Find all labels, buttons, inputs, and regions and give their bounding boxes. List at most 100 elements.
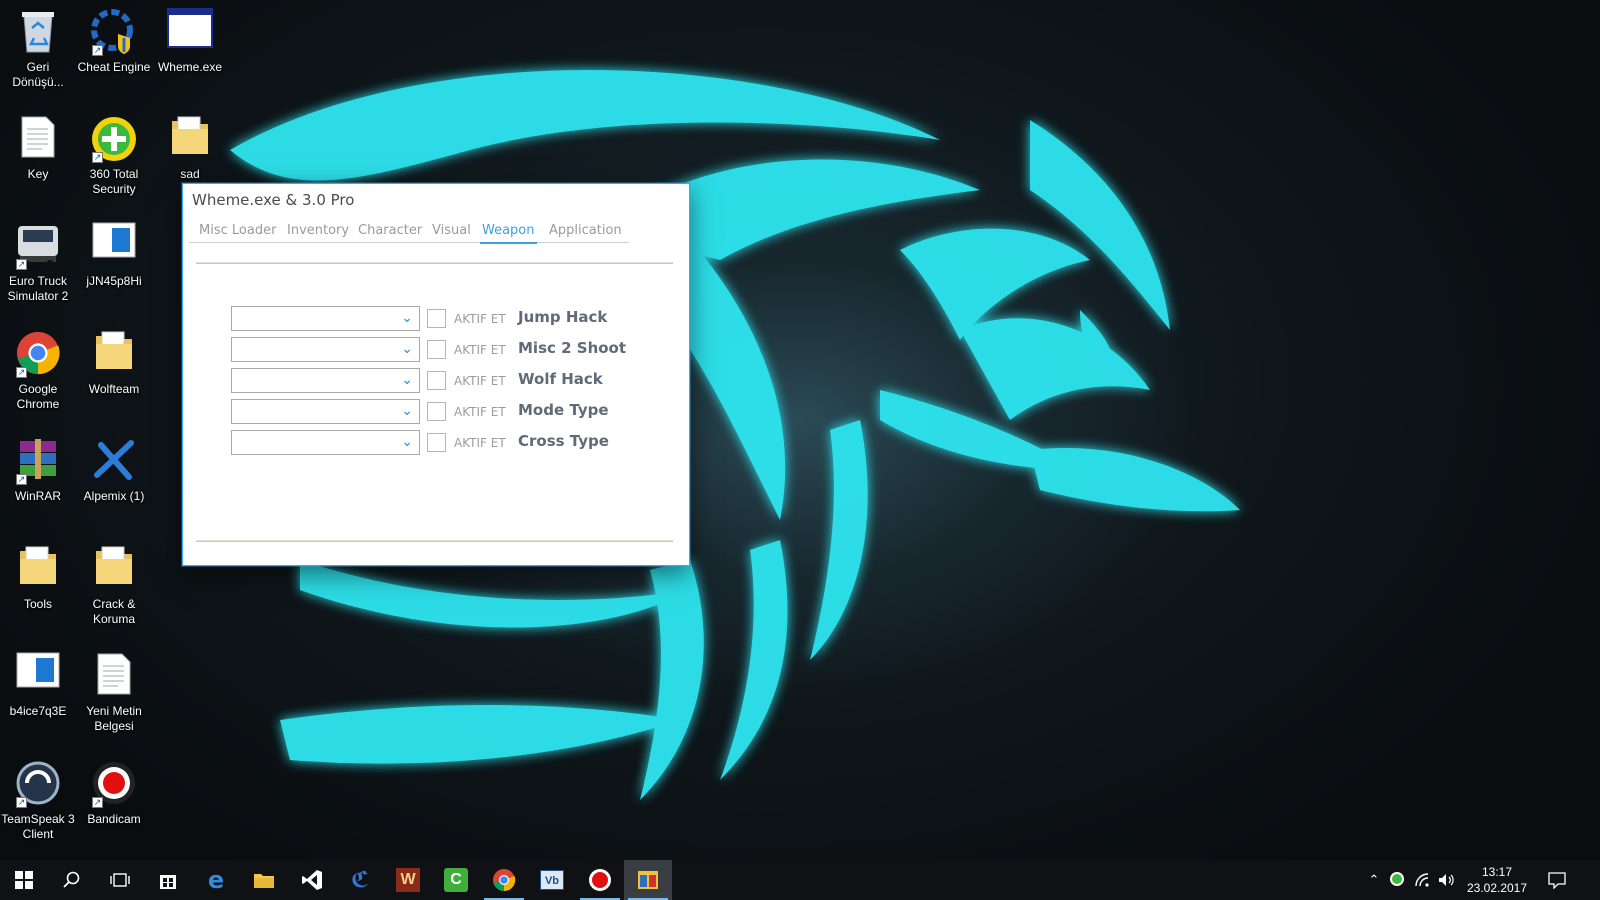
shortcut-arrow-icon: ↗ [16, 259, 27, 270]
windows-icon [15, 871, 33, 889]
desktop-icon-cheat-engine[interactable]: ↗ Cheat Engine [76, 8, 152, 75]
aktif-checkbox[interactable] [427, 309, 446, 328]
aktif-label: AKTIF ET [454, 374, 506, 388]
visual-studio-icon [302, 870, 322, 890]
taskbar: e ℭ W C Vb ⌃ 13:17 23.02.2017 [0, 860, 1600, 900]
taskbar-cheat-engine[interactable]: ℭ [336, 860, 384, 900]
desktop-icon-label: Google Chrome [16, 382, 60, 411]
desktop-icon-image-file[interactable]: jJN45p8Hi [76, 222, 152, 289]
cheat-engine-icon: ℭ [350, 867, 369, 892]
aktif-label: AKTIF ET [454, 436, 506, 450]
bandicam-icon: ↗ [90, 760, 138, 808]
folder-icon [90, 330, 138, 378]
desktop-icon-label: Key [27, 167, 49, 181]
folder-icon [14, 545, 62, 593]
desktop-icon-alpemix[interactable]: Alpemix (1) [76, 437, 152, 504]
shortcut-arrow-icon: ↗ [92, 797, 103, 808]
taskbar-bandicam[interactable] [576, 860, 624, 900]
desktop-icon-image-file[interactable]: b4ice7q3E [0, 652, 76, 719]
desktop-icon-folder[interactable]: Crack & Koruma [76, 545, 152, 627]
shortcut-arrow-icon: ↗ [16, 797, 27, 808]
desktop-icon-chrome[interactable]: ↗ Google Chrome [0, 330, 76, 412]
desktop-icon-truck[interactable]: ↗ Euro Truck Simulator 2 [0, 222, 76, 304]
desktop-icon-winrar[interactable]: ↗ WinRAR [0, 437, 76, 504]
taskbar-edge[interactable]: e [192, 860, 240, 900]
feature-dropdown[interactable]: ⌄ [231, 368, 420, 393]
desktop-icon-360-security[interactable]: ↗ 360 Total Security [76, 115, 152, 197]
clock[interactable]: 13:17 23.02.2017 [1462, 864, 1532, 896]
tab-inventory[interactable]: Inventory [285, 223, 351, 242]
taskbar-visual-studio[interactable] [288, 860, 336, 900]
desktop-icon-label: Geri Dönüşü... [12, 60, 64, 89]
desktop-icon-label: TeamSpeak 3 Client [1, 812, 75, 841]
360-security-icon: ↗ [90, 115, 138, 163]
desktop-icon-text-document[interactable]: Yeni Metin Belgesi [76, 652, 152, 734]
tab-weapon[interactable]: Weapon [480, 223, 537, 244]
desktop-icon-window-app[interactable]: Wheme.exe [152, 8, 228, 75]
desktop-icon-recycle-bin[interactable]: Geri Dönüşü... [0, 8, 76, 90]
desktop-icon-bandicam[interactable]: ↗ Bandicam [76, 760, 152, 827]
wheme-window[interactable]: Wheme.exe & 3.0 Pro Misc Loader Inventor… [182, 183, 690, 566]
tab-character[interactable]: Character [356, 223, 424, 242]
chevron-down-icon: ⌄ [401, 403, 413, 419]
truck-icon: ↗ [14, 222, 62, 270]
tab-misc-loader[interactable]: Misc Loader [197, 223, 278, 242]
search-button[interactable] [48, 860, 96, 900]
desktop-icon-label: Tools [23, 597, 52, 611]
teamspeak-icon: ↗ [14, 760, 62, 808]
task-view-button[interactable] [96, 860, 144, 900]
desktop-icon-label: Euro Truck Simulator 2 [7, 274, 69, 303]
taskbar-wolfteam[interactable]: W [384, 860, 432, 900]
folder-icon [90, 545, 138, 593]
edge-icon: e [207, 866, 225, 894]
desktop-icon-text-document[interactable]: Key [0, 115, 76, 182]
shortcut-arrow-icon: ↗ [16, 367, 27, 378]
feature-name: Jump Hack [518, 308, 608, 326]
task-view-icon [110, 873, 130, 887]
taskbar-wheme[interactable] [624, 860, 672, 900]
feature-dropdown[interactable]: ⌄ [231, 306, 420, 331]
feature-row: ⌄ AKTIF ET Misc 2 Shoot [231, 337, 651, 363]
aktif-checkbox[interactable] [427, 433, 446, 452]
desktop-icon-label: Wheme.exe [157, 60, 223, 74]
desktop-icon-folder[interactable]: sad [152, 115, 228, 182]
chrome-icon [493, 869, 516, 892]
feature-dropdown[interactable]: ⌄ [231, 430, 420, 455]
window-title: Wheme.exe & 3.0 Pro [192, 191, 355, 209]
tab-application[interactable]: Application [547, 223, 624, 242]
tab-visual[interactable]: Visual [430, 223, 473, 242]
taskbar-chrome[interactable] [480, 860, 528, 900]
desktop-icon-label: Bandicam [87, 812, 141, 826]
desktop-icon-label: Wolfteam [88, 382, 140, 396]
chevron-down-icon: ⌄ [401, 434, 413, 450]
shortcut-arrow-icon: ↗ [16, 474, 27, 485]
volume-icon[interactable] [1438, 872, 1454, 888]
taskbar-file-explorer[interactable] [240, 860, 288, 900]
aktif-checkbox[interactable] [427, 402, 446, 421]
feature-dropdown[interactable]: ⌄ [231, 399, 420, 424]
desktop-icon-folder[interactable]: Tools [0, 545, 76, 612]
network-icon[interactable] [1414, 872, 1430, 888]
taskbar-camtasia[interactable]: C [432, 860, 480, 900]
taskbar-virtualbox[interactable]: Vb [528, 860, 576, 900]
aktif-checkbox[interactable] [427, 340, 446, 359]
action-center-icon[interactable] [1548, 871, 1566, 890]
taskbar-store[interactable] [144, 860, 192, 900]
wheme-app-icon [638, 871, 658, 889]
tab-strip: Misc Loader Inventory Character Visual W… [189, 219, 629, 244]
feature-dropdown[interactable]: ⌄ [231, 337, 420, 362]
desktop-icon-teamspeak[interactable]: ↗ TeamSpeak 3 Client [0, 760, 76, 842]
image-file-icon [90, 222, 138, 270]
chevron-down-icon: ⌄ [401, 341, 413, 357]
system-tray: ⌃ 13:17 23.02.2017 [1360, 860, 1600, 900]
360-security-tray-icon[interactable] [1390, 872, 1406, 888]
chevron-up-icon[interactable]: ⌃ [1366, 872, 1382, 888]
desktop-icon-folder[interactable]: Wolfteam [76, 330, 152, 397]
desktop-icon-label: 360 Total Security [89, 167, 139, 196]
aktif-checkbox[interactable] [427, 371, 446, 390]
start-button[interactable] [0, 860, 48, 900]
aktif-label: AKTIF ET [454, 343, 506, 357]
store-icon [160, 875, 176, 889]
recycle-bin-icon [14, 8, 62, 56]
feature-row: ⌄ AKTIF ET Cross Type [231, 430, 651, 456]
